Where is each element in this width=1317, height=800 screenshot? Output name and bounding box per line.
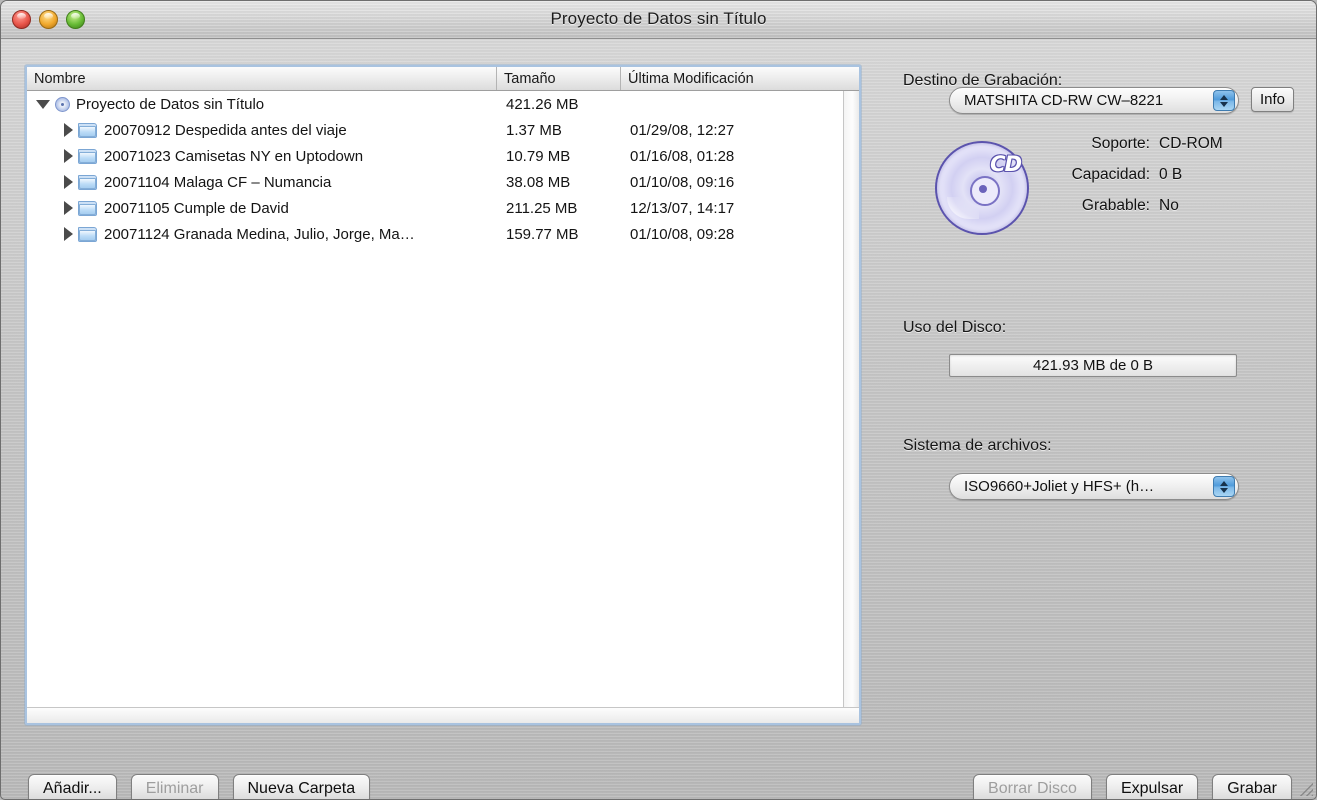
row-modified-cell: 01/29/08, 12:27 [630, 121, 735, 139]
media-info-key: Grabable: [1081, 197, 1150, 214]
row-size-cell: 1.37 MB [506, 121, 562, 139]
media-info-row: Soporte: CD-ROM [1041, 135, 1311, 166]
column-header-size[interactable]: Tamaño [497, 67, 621, 90]
folder-icon [78, 122, 97, 138]
table-row[interactable]: 20071124 Granada Medina, Julio, Jorge, M… [27, 221, 859, 247]
media-info-row: Grabable: No [1041, 197, 1311, 228]
media-info-key: Capacidad: [1071, 166, 1150, 183]
row-modified-cell: 01/10/08, 09:28 [630, 225, 735, 243]
media-info-key: Soporte: [1091, 135, 1150, 152]
eject-button[interactable]: Expulsar [1105, 774, 1199, 799]
cd-disc-label: CD [990, 152, 1022, 176]
file-list-rows: Proyecto de Datos sin Título 421.26 MB 2… [27, 91, 859, 247]
table-row[interactable]: 20071104 Malaga CF – Numancia 38.08 MB 0… [27, 169, 859, 195]
filesystem-dropdown[interactable]: ISO9660+Joliet y HFS+ (h… [949, 473, 1239, 500]
media-info-value: 0 B [1159, 166, 1183, 183]
row-name-label: 20071105 Cumple de David [104, 199, 289, 217]
disc-actions-toolbar: Borrar Disco Expulsar Grabar [973, 774, 1292, 799]
disk-usage-label: Uso del Disco: [903, 319, 1007, 336]
row-name-cell: 20071023 Camisetas NY en Uptodown [27, 148, 497, 165]
folder-icon [78, 148, 97, 164]
media-info-value: No [1159, 197, 1179, 214]
row-name-cell: 20071105 Cumple de David [27, 200, 497, 217]
row-modified-cell: 12/13/07, 14:17 [630, 199, 735, 217]
row-size-cell: 38.08 MB [506, 173, 571, 191]
add-button[interactable]: Añadir... [28, 774, 117, 799]
disclosure-triangle-open-icon[interactable] [36, 99, 50, 109]
disclosure-triangle-closed-icon[interactable] [64, 227, 73, 241]
row-modified-cell: 01/16/08, 01:28 [630, 147, 735, 165]
table-row[interactable]: 20070912 Despedida antes del viaje 1.37 … [27, 117, 859, 143]
disclosure-triangle-closed-icon[interactable] [64, 201, 73, 215]
folder-icon [78, 174, 97, 190]
file-list-header: Nombre Tamaño Última Modificación [27, 67, 859, 91]
column-header-modified[interactable]: Última Modificación [621, 67, 859, 90]
file-list[interactable]: Nombre Tamaño Última Modificación Proyec… [25, 65, 861, 725]
table-row[interactable]: Proyecto de Datos sin Título 421.26 MB [27, 91, 859, 117]
erase-disc-button[interactable]: Borrar Disco [973, 774, 1092, 799]
media-info-row: Capacidad: 0 B [1041, 166, 1311, 197]
chevron-updown-icon[interactable] [1213, 90, 1235, 111]
row-name-label: 20071124 Granada Medina, Julio, Jorge, M… [104, 225, 415, 243]
table-row[interactable]: 20071023 Camisetas NY en Uptodown 10.79 … [27, 143, 859, 169]
remove-button[interactable]: Eliminar [130, 774, 219, 799]
cd-disc-icon: CD [935, 141, 1029, 235]
title-bar[interactable]: Proyecto de Datos sin Título [1, 1, 1316, 39]
row-modified-cell: 01/10/08, 09:16 [630, 173, 735, 191]
media-info-value: CD-ROM [1159, 135, 1223, 152]
disk-usage-value: 421.93 MB de 0 B [1032, 357, 1154, 374]
disclosure-triangle-closed-icon[interactable] [64, 123, 73, 137]
row-name-cell: 20071124 Granada Medina, Julio, Jorge, M… [27, 226, 497, 243]
row-name-cell: 20071104 Malaga CF – Numancia [27, 174, 497, 191]
burn-target-dropdown[interactable]: MATSHITA CD-RW CW–8221 [949, 87, 1239, 114]
horizontal-scrollbar[interactable] [27, 707, 859, 723]
row-size-cell: 211.25 MB [506, 199, 578, 217]
folder-icon [78, 200, 97, 216]
disclosure-triangle-closed-icon[interactable] [64, 175, 73, 189]
filesystem-value: ISO9660+Joliet y HFS+ (h… [964, 478, 1155, 495]
row-size-cell: 421.26 MB [506, 95, 579, 113]
chevron-updown-icon[interactable] [1213, 476, 1235, 497]
filesystem-label: Sistema de archivos: [903, 437, 1052, 454]
file-actions-toolbar: Añadir... Eliminar Nueva Carpeta [28, 774, 371, 799]
info-button[interactable]: Info [1251, 87, 1295, 112]
row-name-cell: 20070912 Despedida antes del viaje [27, 122, 497, 139]
row-name-label: 20071104 Malaga CF – Numancia [104, 173, 332, 191]
window-title: Proyecto de Datos sin Título [550, 9, 767, 28]
row-size-cell: 159.77 MB [506, 225, 579, 243]
row-name-label: 20071023 Camisetas NY en Uptodown [104, 147, 364, 165]
media-info-list: Soporte: CD-ROM Capacidad: 0 B Grabable:… [1041, 135, 1311, 228]
row-name-label: Proyecto de Datos sin Título [76, 95, 265, 113]
row-name-label: 20070912 Despedida antes del viaje [104, 121, 347, 139]
burn-folder-window: Proyecto de Datos sin Título Nombre Tama… [0, 0, 1317, 800]
burn-target-value: MATSHITA CD-RW CW–8221 [964, 92, 1164, 109]
new-folder-button[interactable]: Nueva Carpeta [232, 774, 371, 799]
disc-icon [55, 96, 70, 112]
column-header-name[interactable]: Nombre [27, 67, 497, 90]
burn-button[interactable]: Grabar [1212, 774, 1292, 799]
row-name-cell: Proyecto de Datos sin Título [27, 96, 497, 113]
disk-usage-bar: 421.93 MB de 0 B [949, 354, 1237, 377]
vertical-scrollbar[interactable] [843, 91, 859, 707]
folder-icon [78, 226, 97, 242]
disclosure-triangle-closed-icon[interactable] [64, 149, 73, 163]
row-size-cell: 10.79 MB [506, 147, 571, 165]
burn-settings-panel: Destino de Grabación: MATSHITA CD-RW CW–… [889, 39, 1316, 799]
table-row[interactable]: 20071105 Cumple de David 211.25 MB 12/13… [27, 195, 859, 221]
